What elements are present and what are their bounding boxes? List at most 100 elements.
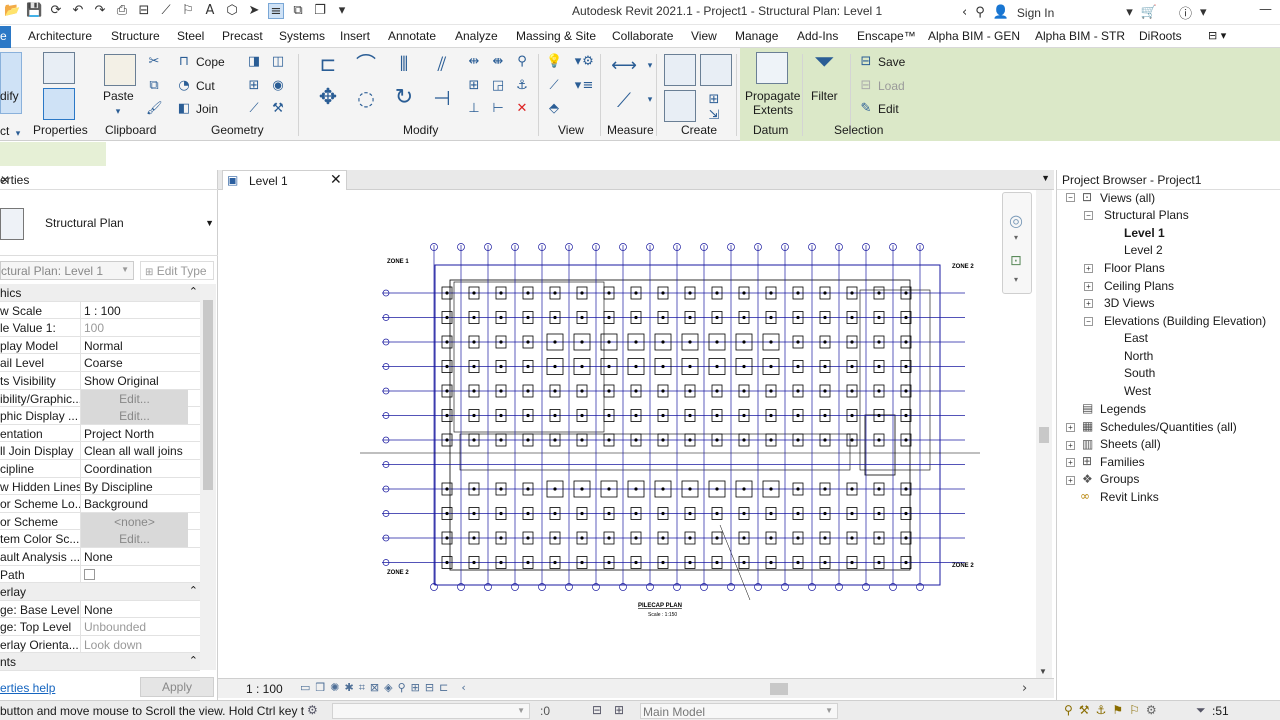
chevron-up-icon[interactable]: ⌃ xyxy=(189,285,198,298)
tree-families[interactable]: Families xyxy=(1100,455,1145,469)
property-value[interactable]: 100 xyxy=(80,319,188,337)
tab-insert[interactable]: Insert xyxy=(340,29,370,43)
active-workset-dropdown[interactable]: ▼ xyxy=(332,703,530,719)
property-value[interactable]: Project North xyxy=(80,424,188,442)
tab-collaborate[interactable]: Collaborate xyxy=(612,29,673,43)
temporary-hide-icon[interactable]: ◈ xyxy=(384,681,392,695)
print-icon[interactable]: ⎙ xyxy=(114,3,130,19)
property-value[interactable]: Show Original xyxy=(80,371,188,389)
select-underlay-icon[interactable]: ⚒ xyxy=(1079,703,1090,717)
property-value[interactable]: Look down xyxy=(80,635,188,653)
select-links-icon[interactable]: ⚲ xyxy=(1064,703,1073,717)
steering-wheel-icon[interactable]: ◎ xyxy=(1009,211,1023,230)
property-checkbox[interactable] xyxy=(84,568,95,580)
design-options-icon[interactable]: ⊟ xyxy=(592,703,602,717)
close-hidden-icon[interactable]: ⧉ xyxy=(290,3,306,19)
default-3d-icon[interactable]: ⬡ xyxy=(224,3,240,19)
split-gap-icon[interactable]: ⇼ xyxy=(490,54,506,70)
tree-elevations[interactable]: Elevations (Building Elevation) xyxy=(1104,314,1266,328)
unpin-icon[interactable]: ⚲ xyxy=(514,54,530,70)
zoom-dropdown-icon[interactable]: ▾ xyxy=(1014,275,1018,284)
property-value[interactable]: Unbounded xyxy=(80,618,188,636)
group-label[interactable]: nts xyxy=(0,655,180,669)
join-icon[interactable]: ◧ xyxy=(176,101,192,117)
tree-south[interactable]: South xyxy=(1124,366,1155,380)
type-selector[interactable]: Structural Plan ▼ xyxy=(0,192,218,256)
offset-icon[interactable]: ⌒ xyxy=(352,54,380,84)
tab-add-ins[interactable]: Add-Ins xyxy=(797,29,838,43)
type-properties-icon[interactable] xyxy=(43,52,75,84)
scroll-down-icon[interactable]: ▼ xyxy=(1039,667,1047,676)
properties-help-link[interactable]: erties help xyxy=(0,681,55,695)
help-icon[interactable]: ⓘ xyxy=(1179,3,1192,22)
scrollbar-thumb[interactable] xyxy=(203,300,213,490)
create-dropdown-icon[interactable]: ⇲ xyxy=(706,108,722,124)
property-edit-button[interactable]: Edit... xyxy=(80,530,188,548)
detail-level-icon[interactable]: ▭ xyxy=(300,681,310,695)
tree-north[interactable]: North xyxy=(1124,349,1153,363)
thin-lines-icon[interactable]: ≡ xyxy=(268,3,284,19)
cut-button[interactable]: Cut xyxy=(196,79,215,93)
chevron-down-icon[interactable]: ▼ xyxy=(205,218,214,228)
tree-3d-views[interactable]: 3D Views xyxy=(1104,296,1154,310)
tab-architecture[interactable]: Architecture xyxy=(28,29,92,43)
edit-selection-button[interactable]: Edit xyxy=(878,102,899,116)
line-style-icon[interactable]: ≡ xyxy=(580,78,596,94)
load-selection-button[interactable]: Load xyxy=(878,79,905,93)
tab-modify[interactable]: e xyxy=(0,26,11,48)
wall-joins-icon[interactable]: ⊞ xyxy=(246,78,262,94)
tab-enscape[interactable]: Enscape™ xyxy=(857,29,916,43)
tag-icon[interactable]: ⚐ xyxy=(180,3,196,19)
tree-legends[interactable]: Legends xyxy=(1100,402,1146,416)
wheel-dropdown-icon[interactable]: ▾ xyxy=(1014,233,1018,242)
select-pinned-icon[interactable]: ⚓ xyxy=(1096,703,1107,717)
group-label[interactable]: erlay xyxy=(0,585,180,599)
background-process-icon[interactable]: ⚙ xyxy=(1146,703,1157,717)
groups-expand-toggle[interactable]: + xyxy=(1066,476,1075,485)
model-dropdown-icon[interactable]: ▼ xyxy=(825,706,833,715)
cut-clipboard-icon[interactable]: ✂ xyxy=(146,54,162,70)
sign-in-dropdown-icon[interactable]: ▾ xyxy=(1126,5,1133,20)
design-option-dropdown[interactable]: Main Model ▼ xyxy=(640,703,838,719)
design-options-icon-2[interactable]: ⊞ xyxy=(614,703,624,717)
shadows-icon[interactable]: ✱ xyxy=(345,681,354,695)
ceiling-plans-expand-toggle[interactable]: + xyxy=(1084,282,1093,291)
zoom-region-icon[interactable]: ⊡ xyxy=(1010,253,1022,269)
beam-joins-icon[interactable]: ⟋ xyxy=(246,101,262,117)
horizontal-scrollbar[interactable]: › xyxy=(532,681,1032,696)
save-icon[interactable]: 💾 xyxy=(26,3,42,19)
view-scale[interactable]: 1 : 100 xyxy=(246,682,283,696)
modify-tool[interactable] xyxy=(0,52,22,114)
view-filter-icon[interactable]: ⬘ xyxy=(546,101,562,117)
copy-element-icon[interactable]: ◌ xyxy=(352,88,380,118)
minimize-icon[interactable]: — xyxy=(1259,2,1272,17)
align-icon[interactable]: ⊏ xyxy=(314,54,342,84)
property-value[interactable]: 1 : 100 xyxy=(80,301,188,319)
demolish-icon[interactable]: ◉ xyxy=(270,78,286,94)
show-crop-icon[interactable]: ⊠ xyxy=(370,681,379,695)
property-value[interactable] xyxy=(80,565,188,583)
floor-plans-expand-toggle[interactable]: + xyxy=(1084,264,1093,273)
paste-icon[interactable] xyxy=(104,54,136,86)
tab-structure[interactable]: Structure xyxy=(111,29,160,43)
split-icon[interactable]: ⇹ xyxy=(466,54,482,70)
help-dropdown-icon[interactable]: ▾ xyxy=(1200,5,1207,20)
scrollbar-thumb[interactable] xyxy=(1039,427,1049,443)
tab-steel[interactable]: Steel xyxy=(177,29,204,43)
filter-status-icon[interactable]: ⏷ xyxy=(1196,703,1206,718)
tree-groups[interactable]: Groups xyxy=(1100,472,1139,486)
tab-diroots[interactable]: DiRoots xyxy=(1139,29,1182,43)
section-icon[interactable]: ➤ xyxy=(246,3,262,19)
customize-qat-icon[interactable]: ▾ xyxy=(334,3,350,19)
elevations-collapse-toggle[interactable]: − xyxy=(1084,317,1093,326)
tab-view[interactable]: View xyxy=(691,29,717,43)
view-tab-level-1[interactable]: ▣ Level 1 ✕ xyxy=(222,170,347,190)
join-button[interactable]: Join xyxy=(196,102,218,116)
sign-in-link[interactable]: Sign In xyxy=(1017,6,1054,20)
tree-ceiling-plans[interactable]: Ceiling Plans xyxy=(1104,279,1174,293)
property-value[interactable]: By Discipline xyxy=(80,477,188,495)
extend-icon[interactable]: ⊢ xyxy=(490,101,506,117)
measure-between-icon[interactable]: ⟋ xyxy=(610,90,638,120)
visual-style-icon[interactable]: ❒ xyxy=(315,681,325,695)
close-icon[interactable]: ✕ xyxy=(0,173,214,187)
